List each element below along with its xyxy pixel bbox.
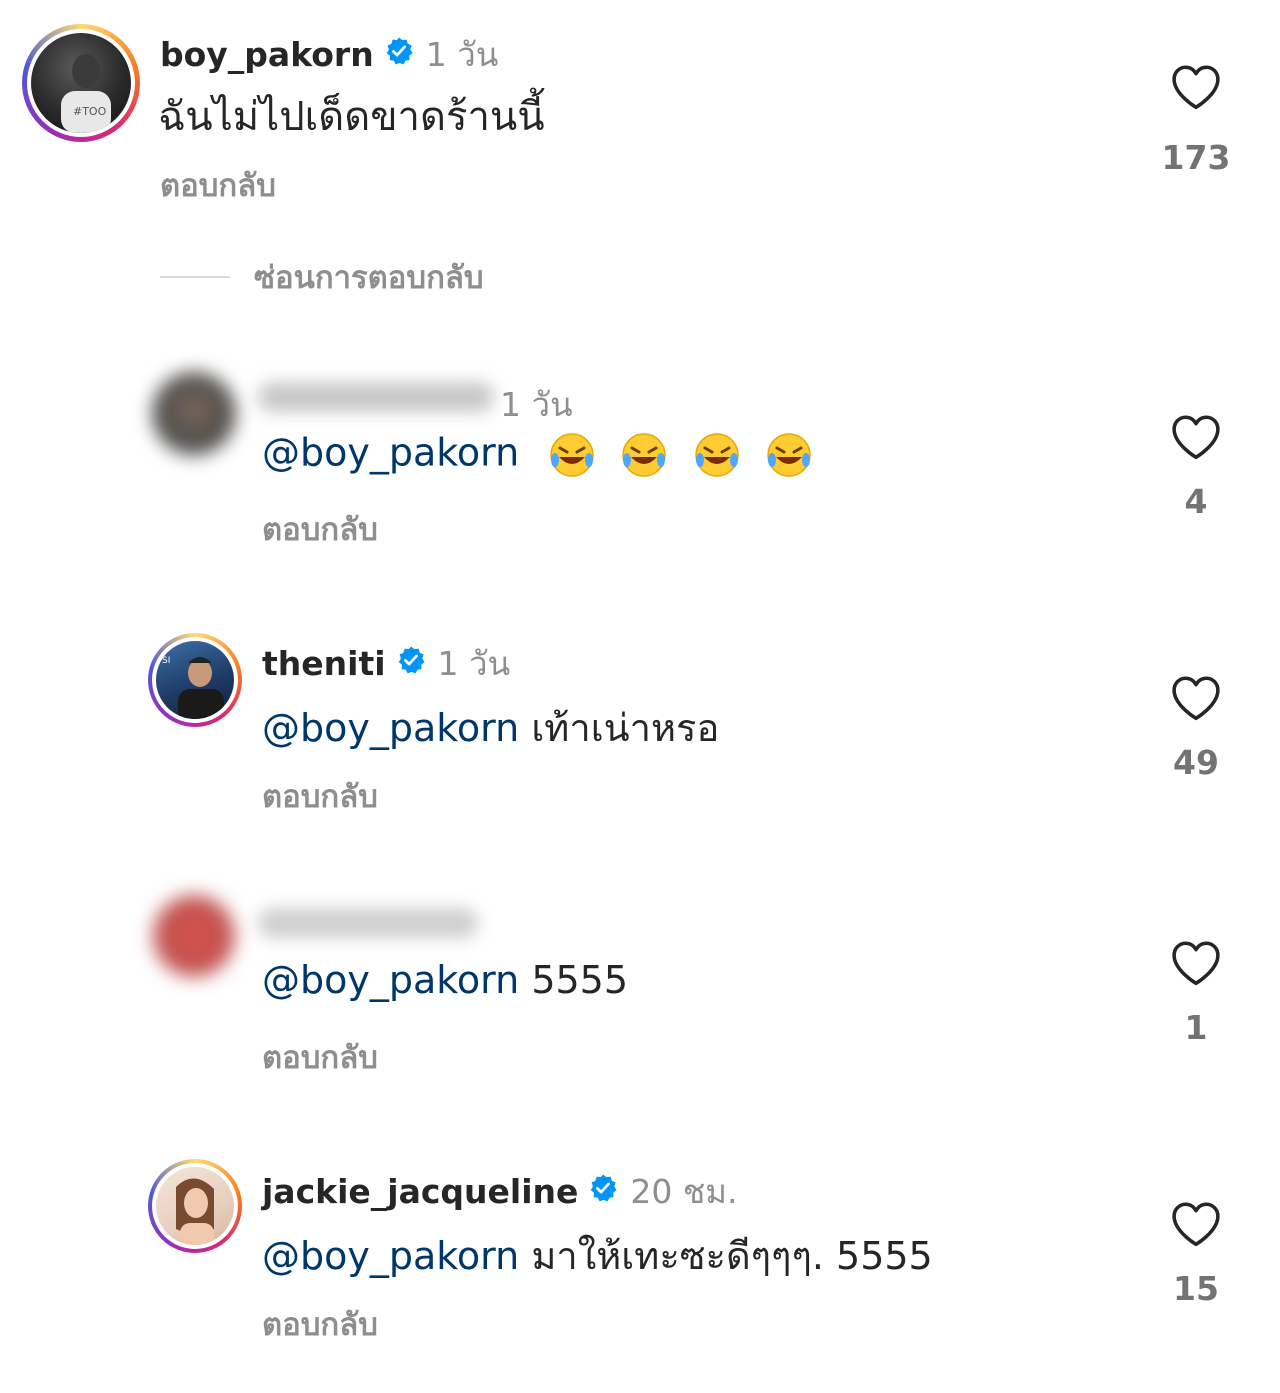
- like-count: 49: [1173, 743, 1219, 782]
- reply-button[interactable]: ตอบกลับ: [262, 771, 378, 821]
- like-column: 15: [1160, 1201, 1232, 1308]
- avatar-photo-icon: [176, 1178, 214, 1245]
- like-count: 4: [1184, 482, 1208, 521]
- like-column: 4: [1160, 414, 1232, 521]
- avatar: SI: [156, 641, 234, 719]
- avatar-ring[interactable]: #TOO: [22, 24, 140, 142]
- like-column: 49: [1160, 675, 1232, 782]
- comment-text: @boy_pakorn 5555: [262, 958, 628, 1002]
- avatar[interactable]: [152, 372, 236, 456]
- divider-line: [160, 276, 230, 278]
- timestamp: 1 วัน: [437, 644, 511, 683]
- avatar: [156, 1167, 234, 1245]
- mention-link[interactable]: @boy_pakorn: [262, 431, 519, 475]
- verified-badge-icon: [588, 1172, 618, 1211]
- avatar-ring[interactable]: SI: [148, 633, 242, 727]
- comment-text-body: 5555: [531, 958, 629, 1002]
- hide-replies-button[interactable]: ซ่อนการตอบกลับ: [160, 252, 484, 302]
- avatar[interactable]: [152, 894, 236, 978]
- mention-link[interactable]: @boy_pakorn: [262, 1234, 519, 1278]
- laughing-tears-emoji-icon: [694, 433, 739, 477]
- reply-button[interactable]: ตอบกลับ: [262, 504, 378, 554]
- mention-link[interactable]: @boy_pakorn: [262, 958, 519, 1002]
- comment-text-body: มาให้เทะซะดีๆๆๆ. 5555: [531, 1234, 933, 1278]
- comment-text-body: ฉันไม่ไปเด็ดขาดร้านนี้: [158, 94, 545, 140]
- comment-text: @boy_pakorn เท้าเน่าหรอ: [262, 697, 719, 758]
- username[interactable]: boy_pakorn: [160, 35, 374, 74]
- comment-text: @boy_pakorn มาให้เทะซะดีๆๆๆ. 5555: [262, 1225, 933, 1286]
- heart-icon[interactable]: [1171, 64, 1221, 110]
- comment-reply: 1 วัน @boy_pakorn ตอบกลับ 4: [0, 360, 1280, 560]
- laughing-tears-emoji-icon: [766, 433, 811, 477]
- heart-icon[interactable]: [1171, 1201, 1221, 1247]
- username-redacted[interactable]: [258, 382, 494, 412]
- avatar: #TOO: [31, 33, 131, 133]
- comment-reply: jackie_jacqueline 20 ชม. @boy_pakorn มาใ…: [0, 1155, 1280, 1375]
- comment-text: ฉันไม่ไปเด็ดขาดร้านนี้: [158, 84, 545, 148]
- avatar-photo-icon: #TOO: [61, 54, 111, 133]
- svg-text:#TOO: #TOO: [73, 105, 107, 118]
- mention-link[interactable]: @boy_pakorn: [262, 706, 519, 750]
- heart-icon[interactable]: [1171, 940, 1221, 986]
- comment-header: jackie_jacqueline 20 ชม.: [262, 1165, 738, 1218]
- heart-icon[interactable]: [1171, 414, 1221, 460]
- comment-text: @boy_pakorn: [262, 430, 814, 480]
- timestamp: 20 ชม.: [630, 1172, 738, 1211]
- like-column: 1: [1160, 940, 1232, 1047]
- laughing-tears-emoji-icon: [550, 433, 595, 477]
- comment-reply: @boy_pakorn 5555 ตอบกลับ 1: [0, 890, 1280, 1090]
- comment-header: 1 วัน: [488, 378, 573, 431]
- username[interactable]: theniti: [262, 644, 386, 683]
- comment-text-body: เท้าเน่าหรอ: [531, 706, 720, 750]
- username-redacted[interactable]: [258, 908, 478, 938]
- laughing-tears-emoji-icon: [622, 433, 667, 477]
- avatar-photo-icon: SI: [162, 656, 224, 719]
- comment-reply: SI theniti 1 วัน @boy_pakorn เท้าเน่าหรอ…: [0, 625, 1280, 825]
- comment-header: boy_pakorn 1 วัน: [160, 28, 498, 81]
- timestamp: 1 วัน: [425, 35, 499, 74]
- svg-text:SI: SI: [162, 656, 170, 666]
- like-count: 1: [1184, 1008, 1208, 1047]
- reply-button[interactable]: ตอบกลับ: [262, 1299, 378, 1349]
- comment-main: #TOO boy_pakorn 1 วัน ฉันไม่ไปเด็ดขาดร้า…: [0, 0, 1280, 240]
- like-count: 173: [1161, 138, 1231, 177]
- hide-replies-label: ซ่อนการตอบกลับ: [254, 260, 484, 296]
- emoji-group: [537, 431, 813, 477]
- username[interactable]: jackie_jacqueline: [262, 1172, 578, 1211]
- reply-button[interactable]: ตอบกลับ: [262, 1032, 378, 1082]
- comment-header: theniti 1 วัน: [262, 637, 510, 690]
- like-column: 173: [1160, 64, 1232, 177]
- avatar-ring[interactable]: [148, 1159, 242, 1253]
- verified-badge-icon: [396, 644, 426, 683]
- verified-badge-icon: [384, 35, 414, 74]
- like-count: 15: [1173, 1269, 1219, 1308]
- heart-icon[interactable]: [1171, 675, 1221, 721]
- timestamp: 1 วัน: [500, 385, 573, 424]
- reply-button[interactable]: ตอบกลับ: [160, 160, 276, 210]
